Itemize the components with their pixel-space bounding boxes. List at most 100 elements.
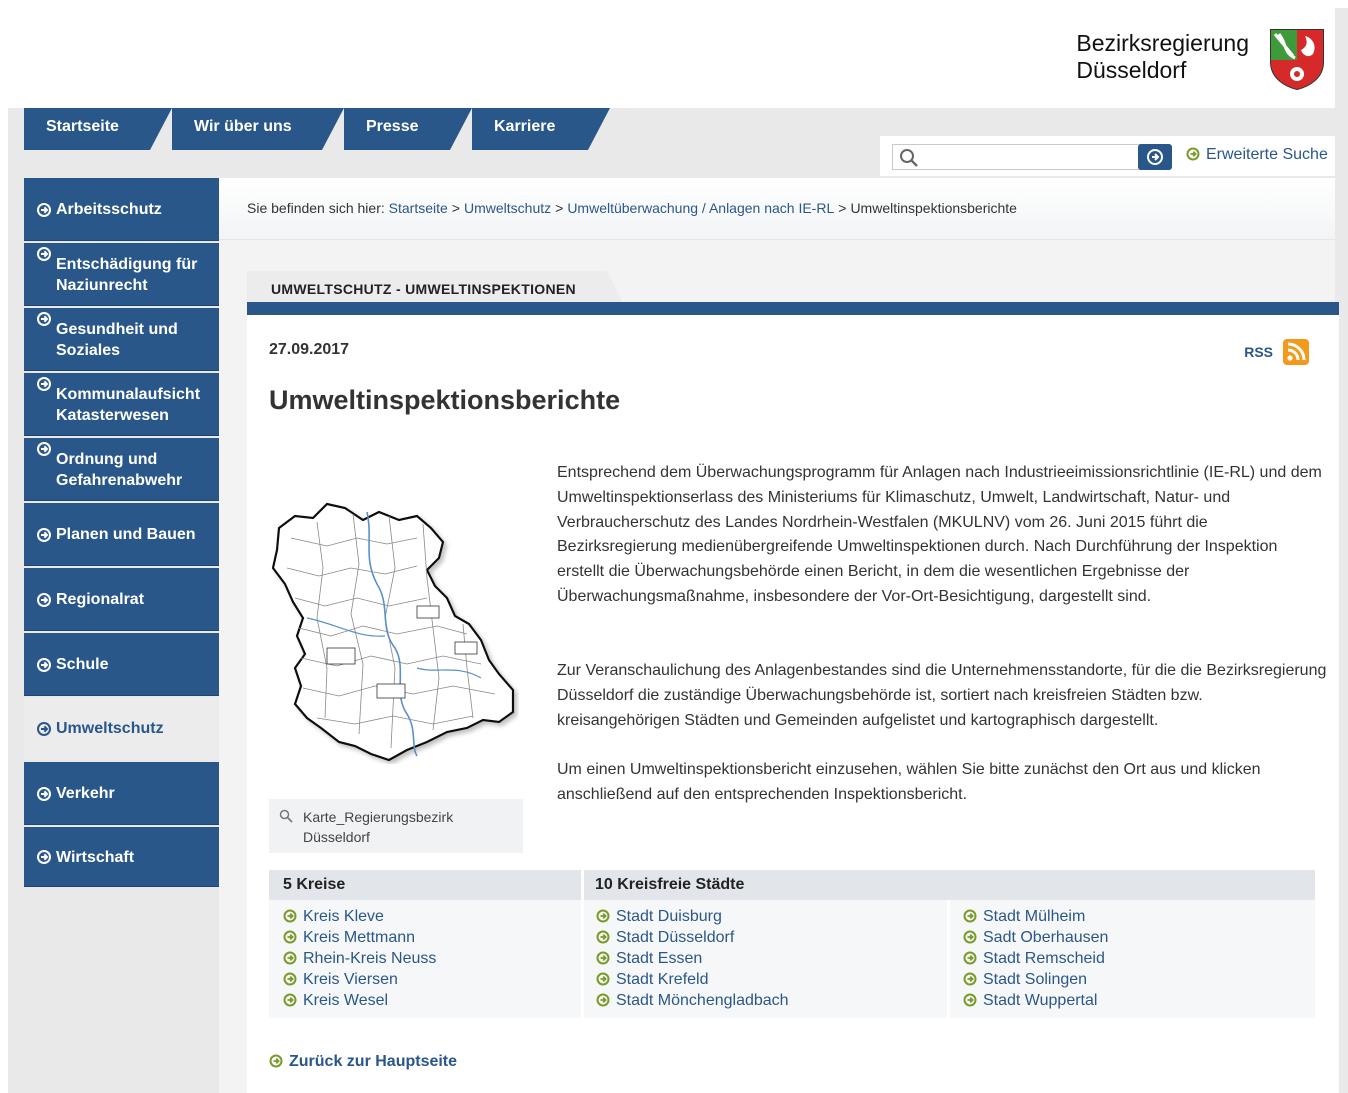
sidebar-item-arbeitsschutz[interactable]: Arbeitsschutz — [24, 178, 219, 241]
list-item[interactable]: Sadt Oberhausen — [963, 927, 1108, 948]
sidebar-item-label: Verkehr — [56, 785, 115, 802]
arrow-right-icon — [1186, 147, 1200, 161]
list-item[interactable]: Stadt Mönchengladbach — [596, 990, 789, 1011]
article-paragraph-2: Zur Veranschaulichung des Anlagenbestand… — [557, 662, 1327, 729]
list-item[interactable]: Kreis Mettmann — [283, 927, 436, 948]
arrow-right-icon — [37, 247, 51, 261]
list-item-label: Kreis Wesel — [303, 992, 389, 1009]
list-item[interactable]: Stadt Wuppertal — [963, 990, 1108, 1011]
article: 27.09.2017 RSS Umweltinspektionsberichte — [247, 315, 1339, 1093]
sidebar-item-label: Gesundheit und Soziales — [56, 320, 178, 359]
sidebar-item-label: Ordnung und Gefahrenabwehr — [56, 450, 183, 489]
list-item-label: Stadt Duisburg — [616, 908, 722, 925]
zoom-icon — [279, 809, 293, 823]
list-item-label: Stadt Wuppertal — [983, 992, 1098, 1009]
breadcrumb-current: Umweltinspektionsberichte — [850, 200, 1017, 216]
arrow-right-icon — [37, 786, 51, 801]
sidebar-item-wirtschaft[interactable]: Wirtschaft — [24, 827, 219, 887]
arrow-right-icon — [283, 993, 297, 1007]
arrow-right-icon — [37, 850, 51, 864]
sidebar-item-umweltschutz[interactable]: Umweltschutz — [24, 697, 219, 760]
tab-presse[interactable]: Presse — [344, 108, 472, 150]
search-field[interactable] — [892, 144, 1147, 170]
arrow-right-icon — [963, 909, 977, 923]
list-item[interactable]: Stadt Krefeld — [596, 969, 789, 990]
nrw-coat-of-arms-icon[interactable] — [1269, 28, 1325, 90]
tab-wir-ueber-uns[interactable]: Wir über uns — [172, 108, 344, 150]
arrow-right-icon — [596, 993, 610, 1007]
search-icon — [900, 149, 918, 167]
sidebar-item-entschaedigung[interactable]: Entschädigung für Naziunrecht — [24, 243, 219, 306]
sidebar-item-schule[interactable]: Schule — [24, 633, 219, 696]
list-item-label: Stadt Solingen — [983, 971, 1088, 988]
breadcrumb: Sie befinden sich hier: Startseite > Umwel… — [219, 178, 1335, 240]
list-item[interactable]: Kreis Kleve — [283, 906, 436, 927]
map-caption: Karte_Regierungsbezirk Düsseldorf — [303, 809, 454, 845]
arrow-right-icon — [283, 930, 297, 944]
rss-icon — [1283, 339, 1309, 365]
list-item[interactable]: Stadt Mülheim — [963, 906, 1108, 927]
back-link-label: Zurück zur Hauptseite — [289, 1053, 458, 1070]
list-item[interactable]: Rhein-Kreis Neuss — [283, 948, 436, 969]
brand-name[interactable]: Bezirksregierung Düsseldorf — [1076, 30, 1249, 84]
list-item-label: Stadt Mönchengladbach — [616, 992, 789, 1009]
rss-link[interactable]: RSS — [1244, 339, 1309, 365]
arrow-right-icon — [37, 592, 51, 607]
arrow-right-icon — [37, 657, 51, 672]
sidebar-item-label: Wirtschaft — [56, 848, 135, 866]
list-item[interactable]: Stadt Solingen — [963, 969, 1108, 990]
sidebar-item-kommunalaufsicht[interactable]: Kommunalaufsicht Katasterwesen — [24, 373, 219, 436]
search-submit-button[interactable] — [1138, 144, 1172, 170]
arrow-right-icon — [596, 909, 610, 923]
table-header-kreise: 5 Kreise — [283, 876, 346, 893]
search-input[interactable] — [925, 147, 1135, 167]
list-item[interactable]: Kreis Wesel — [283, 990, 436, 1011]
list-item-label: Kreis Mettmann — [303, 929, 416, 946]
arrow-right-icon — [37, 721, 51, 736]
sidebar-item-label: Kommunalaufsicht Katasterwesen — [56, 385, 201, 424]
sidebar-item-ordnung[interactable]: Ordnung und Gefahrenabwehr — [24, 438, 219, 501]
list-item[interactable]: Stadt Duisburg — [596, 906, 789, 927]
arrow-right-icon — [963, 972, 977, 986]
tab-startseite[interactable]: Startseite — [24, 108, 172, 150]
list-item-label: Stadt Essen — [616, 950, 703, 967]
breadcrumb-link-umweltueberwachung[interactable]: Umweltüberwachung / Anlagen nach IE-RL — [567, 200, 834, 216]
list-item-label: Stadt Mülheim — [983, 908, 1086, 925]
list-item[interactable]: Kreis Viersen — [283, 969, 436, 990]
sidebar-item-label: Umweltschutz — [56, 720, 164, 737]
arrow-right-icon — [37, 377, 51, 391]
back-to-main-link[interactable]: Zurück zur Hauptseite — [269, 1053, 457, 1071]
section-tab: UMWELTSCHUTZ - UMWELTINSPEKTIONEN — [247, 271, 623, 303]
article-paragraph-1: Entsprechend dem Überwachungsprogramm fü… — [557, 464, 1322, 605]
sidebar-item-gesundheit[interactable]: Gesundheit und Soziales — [24, 308, 219, 371]
sidebar-item-verkehr[interactable]: Verkehr — [24, 762, 219, 825]
list-item-label: Rhein-Kreis Neuss — [303, 950, 437, 967]
list-item-label: Sadt Oberhausen — [983, 929, 1109, 946]
staedte-list-2: Stadt Mülheim Sadt Oberhausen Stadt Rems… — [963, 906, 1108, 1011]
staedte-list-1: Stadt Duisburg Stadt Düsseldorf Stadt Es… — [596, 906, 789, 1011]
arrow-right-icon — [37, 202, 51, 217]
tab-karriere[interactable]: Karriere — [472, 108, 610, 150]
sidebar-item-regionalrat[interactable]: Regionalrat — [24, 568, 219, 631]
breadcrumb-link-umweltschutz[interactable]: Umweltschutz — [464, 200, 551, 216]
arrow-right-icon — [963, 951, 977, 965]
sidebar-item-planen-bauen[interactable]: Planen und Bauen — [24, 503, 219, 566]
map-caption-link[interactable]: Karte_Regierungsbezirk Düsseldorf — [269, 799, 523, 853]
breadcrumb-link-startseite[interactable]: Startseite — [389, 200, 448, 216]
rss-label: RSS — [1244, 344, 1273, 360]
arrow-right-icon — [963, 930, 977, 944]
table-header-staedte: 10 Kreisfreie Städte — [595, 876, 745, 893]
arrow-right-icon — [283, 951, 297, 965]
sidebar-item-label: Regionalrat — [56, 591, 145, 608]
advanced-search-link[interactable]: Erweiterte Suche — [1186, 146, 1328, 164]
arrow-right-icon — [596, 951, 610, 965]
list-item[interactable]: Stadt Düsseldorf — [596, 927, 789, 948]
brand-line-2: Düsseldorf — [1076, 57, 1187, 83]
list-item[interactable]: Stadt Essen — [596, 948, 789, 969]
list-item[interactable]: Stadt Remscheid — [963, 948, 1108, 969]
brand-line-1: Bezirksregierung — [1076, 30, 1249, 56]
arrow-right-icon — [283, 909, 297, 923]
district-map-image[interactable] — [267, 498, 519, 764]
breadcrumb-separator: > — [555, 200, 564, 216]
sidebar-item-label: Arbeitsschutz — [56, 201, 162, 218]
